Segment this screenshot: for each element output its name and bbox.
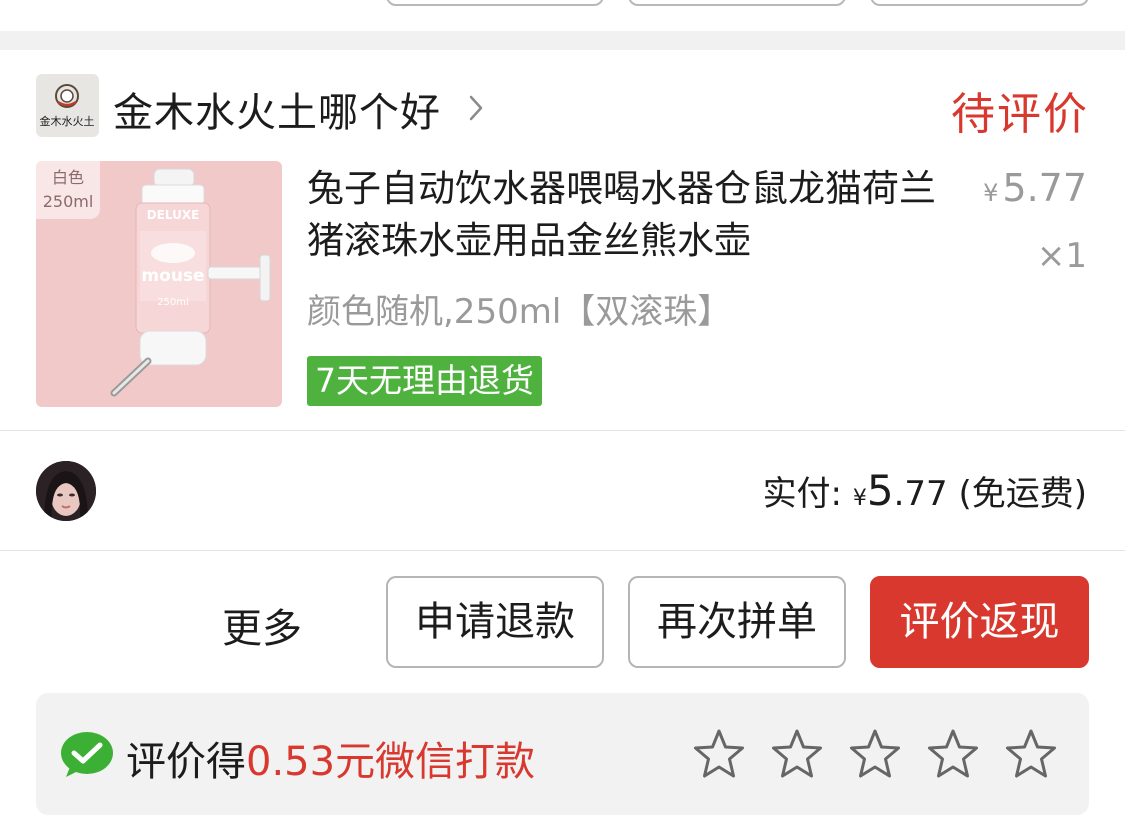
review-reward-panel: 评价得0.53元微信打款 [36,693,1089,815]
reorder-button[interactable]: 再次拼单 [628,576,846,668]
shipping-note: (免运费) [958,474,1087,514]
star-icon[interactable] [769,727,825,783]
payment-amount-dec: .77 [893,474,948,514]
star-icon[interactable] [691,727,747,783]
divider [0,430,1125,431]
section-gap [0,31,1125,50]
star-icon[interactable] [1003,727,1059,783]
divider [0,550,1125,551]
previous-action-button[interactable] [628,0,846,6]
bottle-label-text: mouse [141,266,204,286]
product-spec: 颜色随机,250ml【双滚珠】 [307,292,732,332]
review-cashback-button[interactable]: 评价返现 [870,576,1089,668]
more-button[interactable]: 更多 [222,596,302,654]
image-variant-tag: 白色 250ml [36,161,100,219]
payment-summary: 实付: ¥5.77 (免运费) [763,466,1087,515]
shop-logo: 金木水火土 [36,74,99,137]
payment-label: 实付: [762,474,843,514]
refund-button[interactable]: 申请退款 [386,576,604,668]
previous-order-actions [0,0,1125,8]
product-image[interactable]: DELUXE mouse 250ml 白色 250ml [36,161,282,407]
payment-amount-int: 5 [866,466,894,515]
product-quantity: ×1 [1036,236,1087,276]
shop-header[interactable]: 金木水火土 金木水火土哪个好 待评价 [36,72,1089,140]
star-icon[interactable] [925,727,981,783]
image-tag-color: 白色 [51,168,84,187]
chevron-right-icon[interactable] [468,94,484,122]
image-tag-size: 250ml [42,192,94,211]
bottle-brand-text: DELUXE [147,208,200,222]
star-rating[interactable] [691,727,1061,783]
star-icon[interactable] [847,727,903,783]
price-currency: ¥ [983,179,999,207]
wechat-icon [61,732,113,777]
reward-prefix: 评价得 [126,739,246,785]
reward-text: 评价得0.53元微信打款 [126,729,535,787]
price-value: 5.77 [1002,166,1087,210]
previous-action-button[interactable] [386,0,604,6]
shop-logo-text: 金木水火土 [40,114,95,128]
payment-currency: ¥ [852,486,867,511]
shop-name[interactable]: 金木水火土哪个好 [113,80,441,138]
avatar[interactable] [36,461,96,521]
order-status: 待评价 [951,89,1089,140]
product-title[interactable]: 兔子自动饮水器喂喝水器仓鼠龙猫荷兰猪滚珠水壶用品金丝熊水壶 [307,163,967,267]
product-price: ¥5.77 [983,166,1087,210]
bottle-volume-text: 250ml [157,297,189,308]
previous-action-button[interactable] [870,0,1089,6]
reward-amount: 0.53元微信打款 [246,739,536,785]
return-policy-badge: 7天无理由退货 [307,356,542,406]
